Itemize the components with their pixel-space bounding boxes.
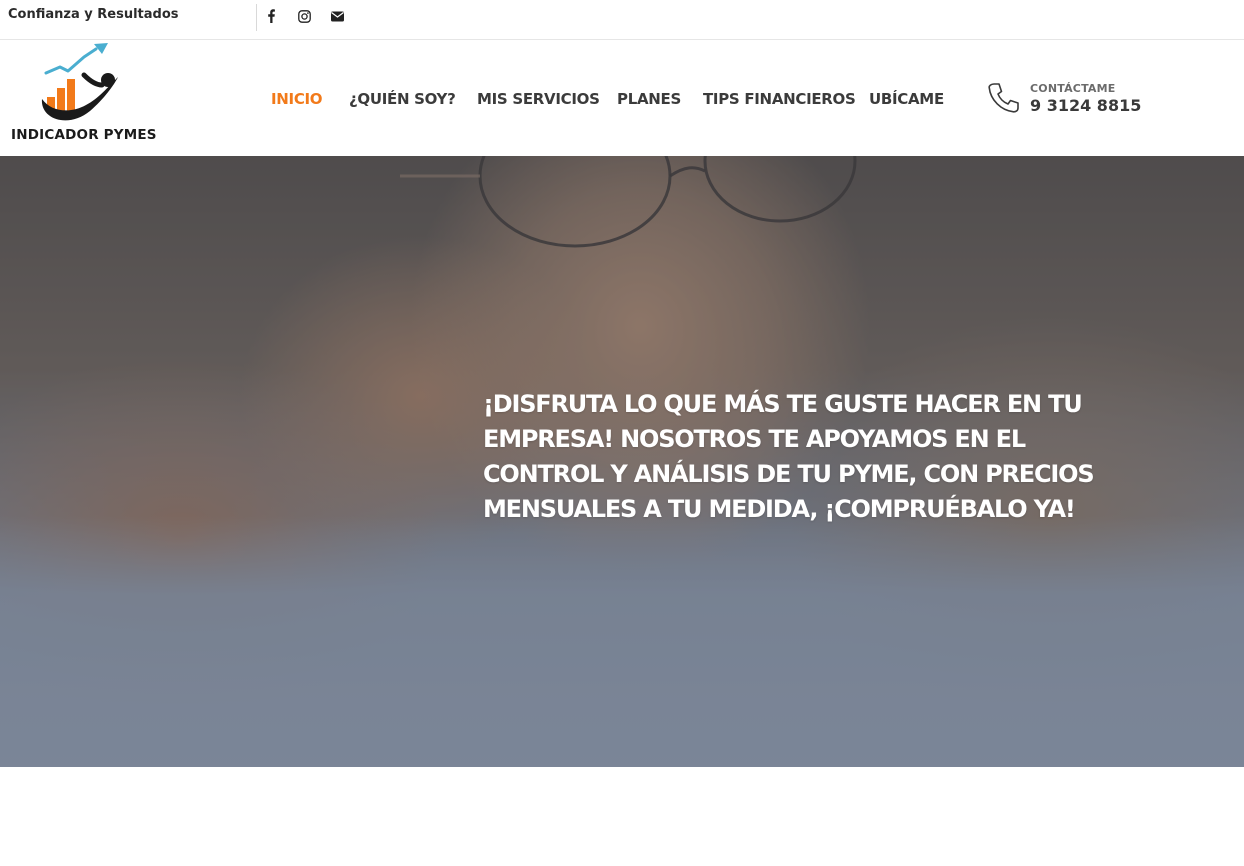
- tagline: Confianza y Resultados: [8, 7, 179, 22]
- top-bar: Confianza y Resultados: [0, 0, 1244, 40]
- site-header: INDICADOR PYMES INICIO ¿QUIÉN SOY? MIS S…: [0, 41, 1244, 156]
- logo-text: INDICADOR PYMES: [11, 127, 157, 143]
- nav-item-inicio[interactable]: INICIO: [271, 90, 323, 108]
- hero-headline: ¡DISFRUTA LO QUE MÁS TE GUSTE HACER EN T…: [483, 390, 1095, 523]
- topbar-divider: [256, 4, 257, 31]
- contact-phone-number[interactable]: 9 3124 8815: [1030, 96, 1141, 115]
- phone-icon: [988, 83, 1019, 113]
- contact-label: CONTÁCTAME: [1030, 82, 1116, 95]
- hero-banner: ¡DISFRUTA LO QUE MÁS TE GUSTE HACER EN T…: [0, 156, 1244, 767]
- envelope-icon[interactable]: [329, 8, 345, 24]
- instagram-icon[interactable]: [296, 8, 312, 24]
- logo[interactable]: INDICADOR PYMES: [10, 41, 160, 151]
- facebook-icon[interactable]: [263, 8, 279, 24]
- contact-block[interactable]: CONTÁCTAME 9 3124 8815: [986, 79, 1186, 119]
- nav-item-ubicame[interactable]: UBÍCAME: [869, 90, 944, 108]
- nav-item-quien-soy[interactable]: ¿QUIÉN SOY?: [349, 90, 456, 108]
- logo-graphic: [41, 43, 119, 121]
- nav-item-tips-financieros[interactable]: TIPS FINANCIEROS: [703, 90, 856, 108]
- nav-item-planes[interactable]: PLANES: [617, 90, 681, 108]
- nav-item-mis-servicios[interactable]: MIS SERVICIOS: [477, 90, 600, 108]
